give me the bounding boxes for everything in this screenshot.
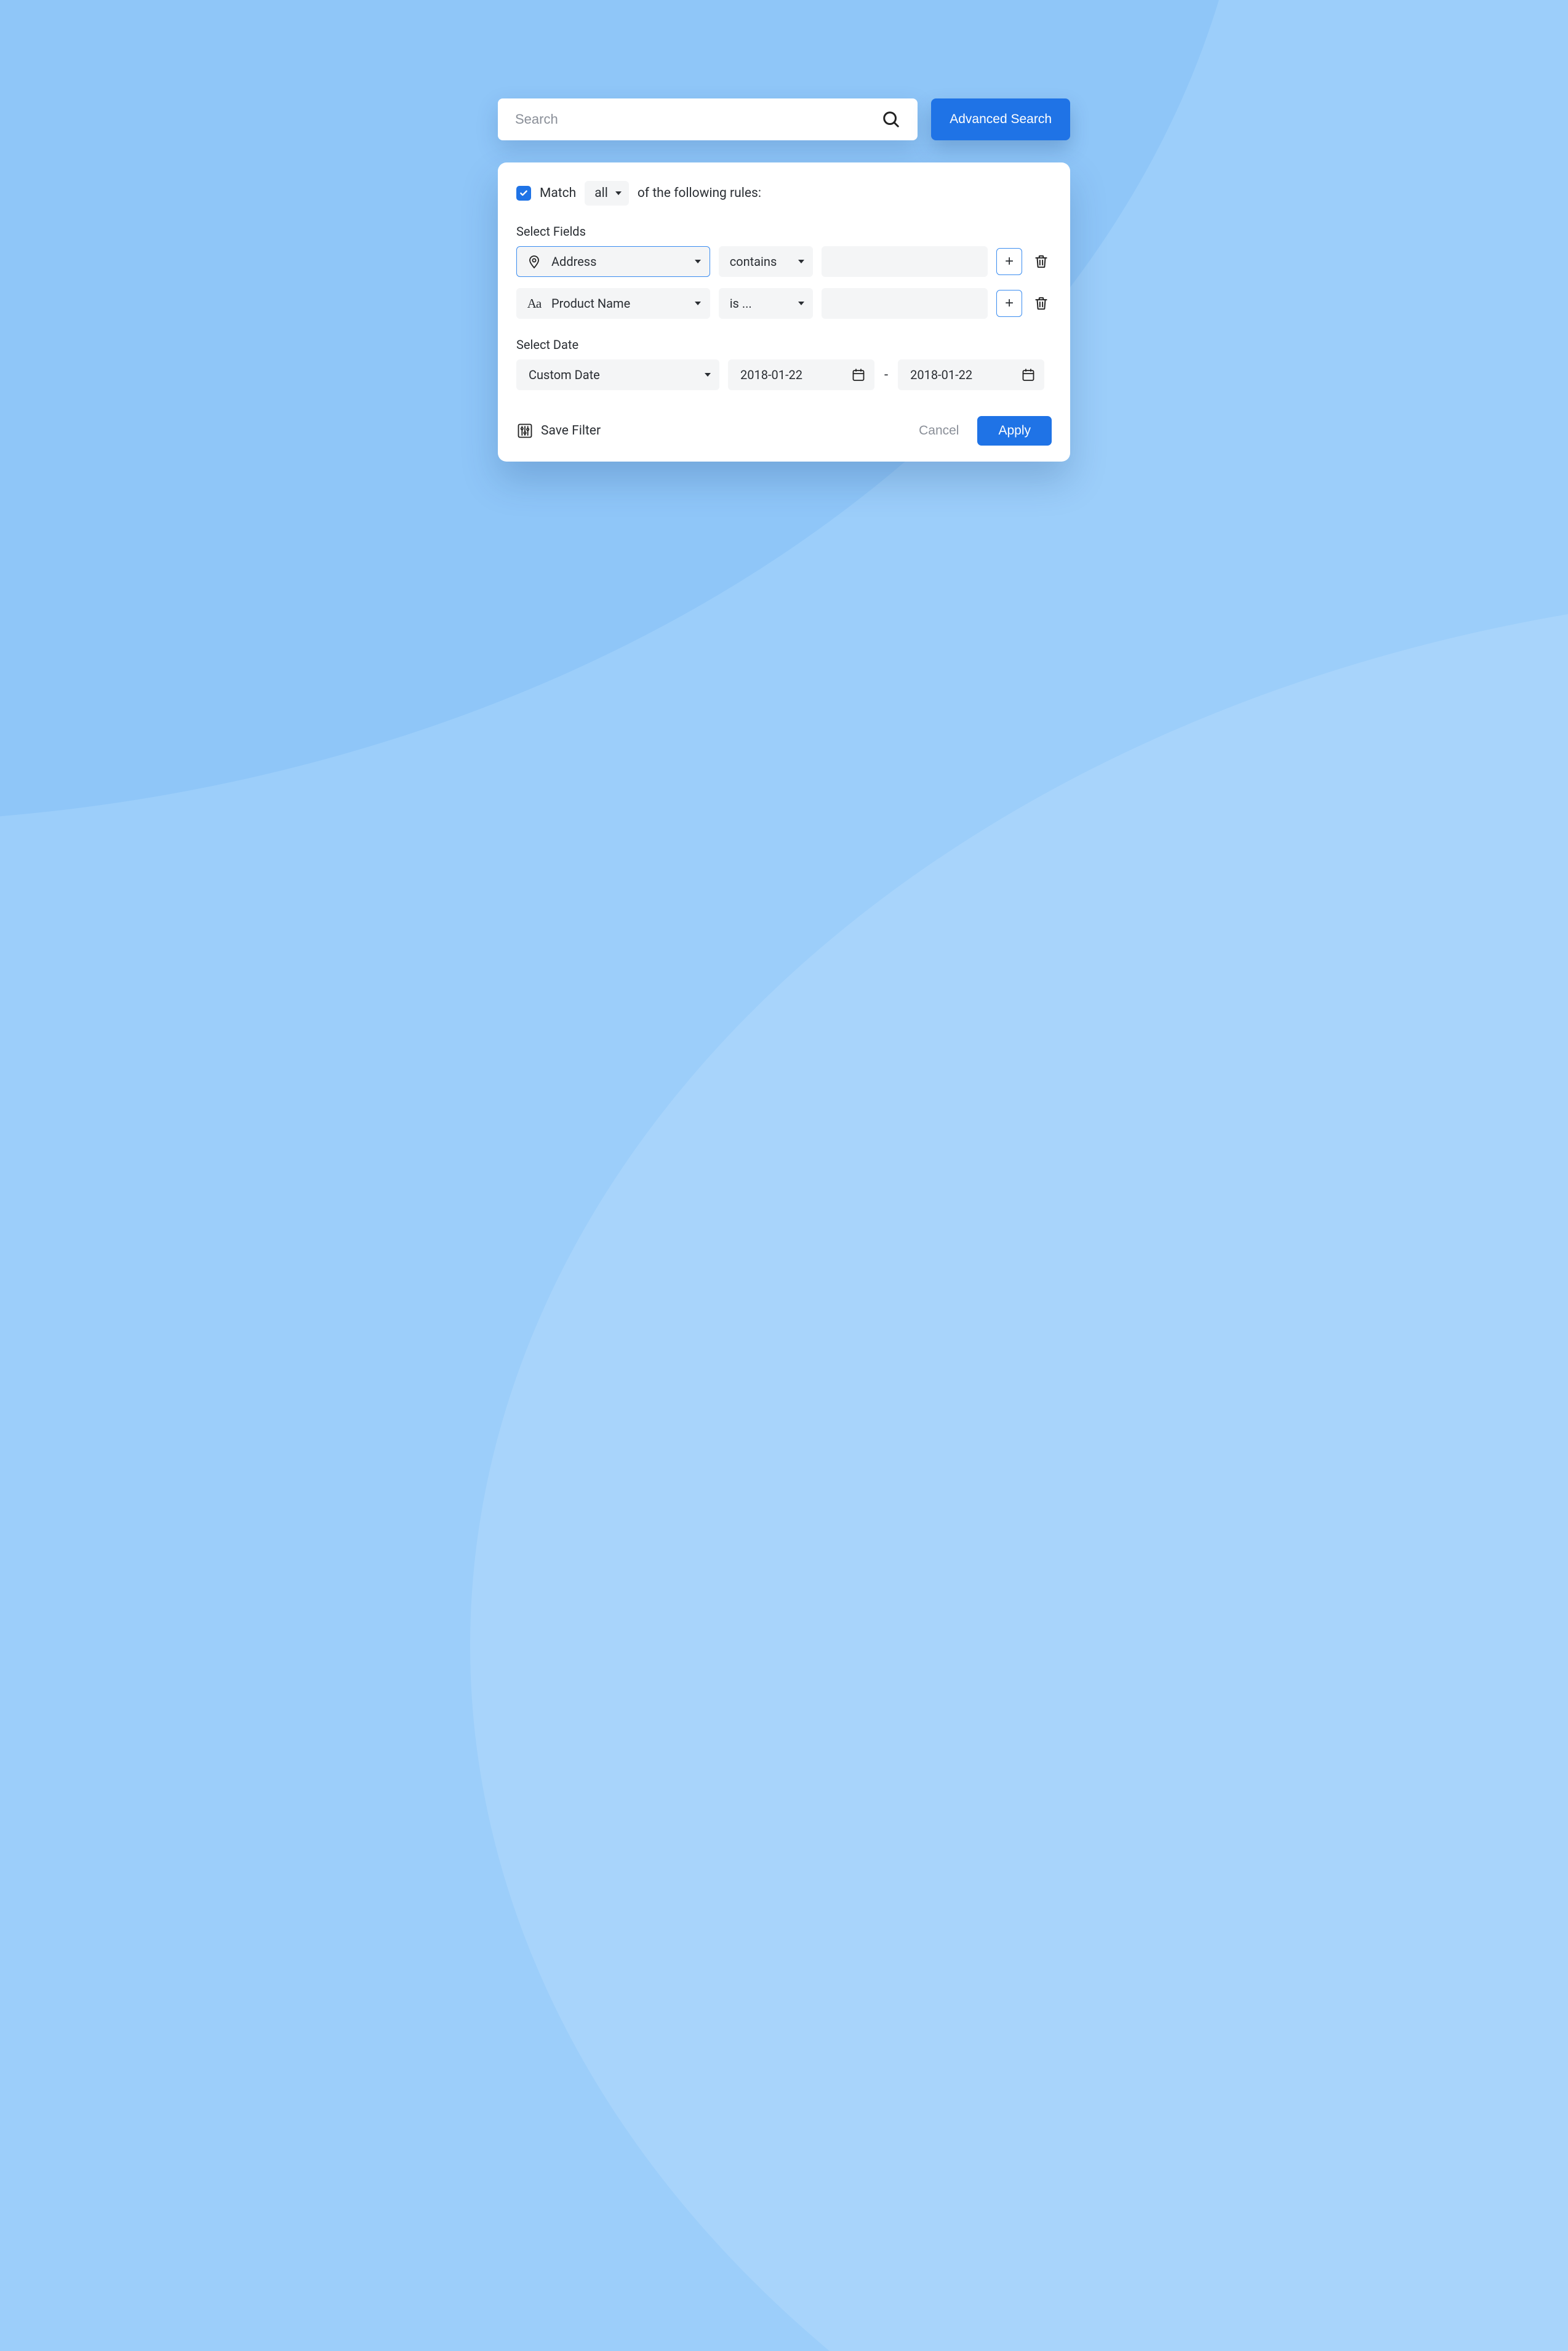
field-select[interactable]: Aa Product Name (516, 288, 710, 319)
check-icon (519, 189, 528, 198)
calendar-icon (851, 367, 866, 382)
add-rule-button[interactable]: + (996, 290, 1022, 317)
save-filter-label: Save Filter (541, 423, 601, 438)
sliders-icon (516, 422, 534, 439)
advanced-search-button[interactable]: Advanced Search (931, 98, 1070, 140)
plus-icon: + (1005, 253, 1014, 270)
value-input[interactable] (822, 288, 988, 319)
field-value: Address (551, 254, 686, 269)
date-mode-select[interactable]: Custom Date (516, 359, 719, 390)
chevron-down-icon (798, 260, 804, 263)
operator-value: contains (730, 254, 798, 269)
chevron-down-icon (695, 302, 701, 305)
field-value: Product Name (551, 296, 686, 311)
operator-select[interactable]: is ... (719, 288, 813, 319)
plus-icon: + (1005, 295, 1014, 312)
save-filter-button[interactable]: Save Filter (516, 422, 601, 439)
search-row: Advanced Search (498, 98, 1070, 140)
chevron-down-icon (705, 373, 711, 377)
chevron-down-icon (695, 260, 701, 263)
date-from-value: 2018-01-22 (740, 367, 851, 382)
trash-icon (1033, 254, 1049, 270)
date-range-separator: - (883, 367, 889, 383)
match-mode-value: all (594, 186, 608, 201)
search-input[interactable] (515, 111, 878, 127)
rule-row: Aa Product Name is ... + (516, 288, 1052, 319)
date-to-value: 2018-01-22 (910, 367, 1021, 382)
chevron-down-icon (615, 191, 622, 195)
match-row: Match all of the following rules: (516, 181, 1052, 206)
trash-icon (1033, 295, 1049, 311)
match-suffix-label: of the following rules: (638, 186, 761, 201)
operator-select[interactable]: contains (719, 246, 813, 277)
date-to-input[interactable]: 2018-01-22 (898, 359, 1044, 390)
delete-rule-button[interactable] (1031, 251, 1052, 272)
text-icon: Aa (526, 296, 543, 311)
date-from-input[interactable]: 2018-01-22 (728, 359, 874, 390)
field-select[interactable]: Address (516, 246, 710, 277)
search-button[interactable] (878, 106, 904, 132)
date-row: Custom Date 2018-01-22 - 2018-01-22 (516, 359, 1052, 390)
search-icon (882, 110, 900, 129)
cancel-button[interactable]: Cancel (919, 423, 959, 438)
search-box (498, 98, 918, 140)
match-checkbox[interactable] (516, 186, 531, 201)
calendar-icon (1021, 367, 1036, 382)
pin-icon (526, 253, 543, 270)
date-mode-value: Custom Date (529, 367, 705, 382)
match-prefix-label: Match (540, 186, 576, 201)
date-section-label: Select Date (516, 337, 1052, 352)
fields-section-label: Select Fields (516, 224, 1052, 239)
operator-value: is ... (730, 296, 798, 311)
apply-button[interactable]: Apply (977, 416, 1052, 446)
rule-row: Address contains + (516, 246, 1052, 277)
add-rule-button[interactable]: + (996, 248, 1022, 275)
footer-row: Save Filter Cancel Apply (516, 416, 1052, 446)
value-input[interactable] (822, 246, 988, 277)
chevron-down-icon (798, 302, 804, 305)
match-mode-select[interactable]: all (585, 181, 629, 206)
delete-rule-button[interactable] (1031, 293, 1052, 314)
filter-panel: Match all of the following rules: Select… (498, 162, 1070, 462)
